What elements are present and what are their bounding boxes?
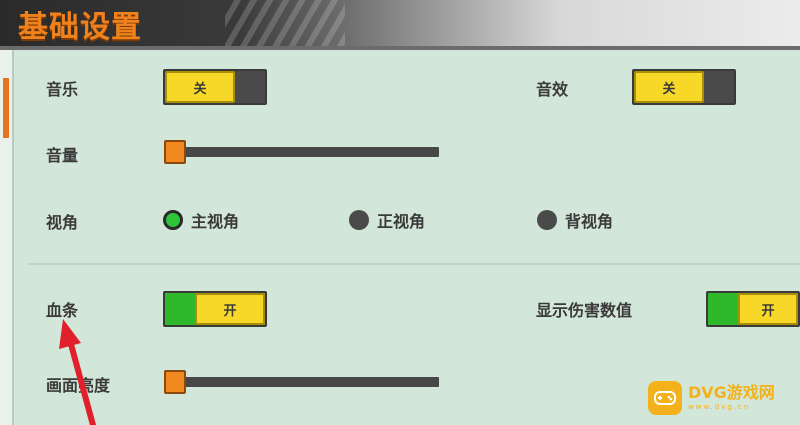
watermark-name: DVG游戏网	[688, 383, 775, 402]
music-label: 音乐	[46, 80, 79, 99]
view-option-label: 正视角	[377, 212, 426, 231]
sound-effect-toggle-knob: 关	[634, 71, 704, 103]
page-title: 基础设置	[18, 10, 142, 45]
volume-label: 音量	[46, 146, 79, 165]
gamepad-logo-icon	[648, 381, 682, 415]
health-bar-toggle[interactable]: 开	[163, 291, 267, 327]
brightness-slider-thumb[interactable]	[164, 370, 186, 394]
radio-dot-icon	[349, 210, 369, 230]
header-decoration	[225, 0, 345, 46]
sound-effect-toggle[interactable]: 关	[632, 69, 736, 105]
view-option-first-person[interactable]: 主视角	[163, 208, 239, 232]
watermark: DVG游戏网 www.dvg.cn	[648, 378, 800, 418]
section-divider	[28, 263, 800, 265]
red-arrow-annotation	[59, 319, 96, 425]
music-toggle-knob: 关	[165, 71, 235, 103]
show-damage-toggle[interactable]: 开	[706, 291, 800, 327]
radio-dot-icon	[163, 210, 183, 230]
volume-slider[interactable]	[164, 140, 439, 164]
settings-panel	[0, 50, 800, 425]
sound-effect-label: 音效	[536, 80, 569, 99]
show-damage-label: 显示伤害数值	[536, 301, 633, 320]
volume-slider-track	[164, 147, 439, 157]
header-bar: 基础设置	[0, 0, 800, 46]
view-option-label: 主视角	[191, 212, 240, 231]
brightness-slider[interactable]	[164, 370, 439, 394]
left-rail-accent	[3, 78, 9, 138]
brightness-slider-track	[164, 377, 439, 387]
radio-dot-icon	[537, 210, 557, 230]
view-label: 视角	[46, 213, 79, 232]
view-option-label: 背视角	[565, 212, 614, 231]
watermark-url: www.dvg.cn	[688, 403, 751, 411]
view-option-back[interactable]: 背视角	[537, 208, 613, 232]
volume-slider-thumb[interactable]	[164, 140, 186, 164]
health-bar-toggle-knob: 开	[195, 293, 265, 325]
view-option-front[interactable]: 正视角	[349, 208, 425, 232]
music-toggle[interactable]: 关	[163, 69, 267, 105]
show-damage-toggle-knob: 开	[738, 293, 798, 325]
